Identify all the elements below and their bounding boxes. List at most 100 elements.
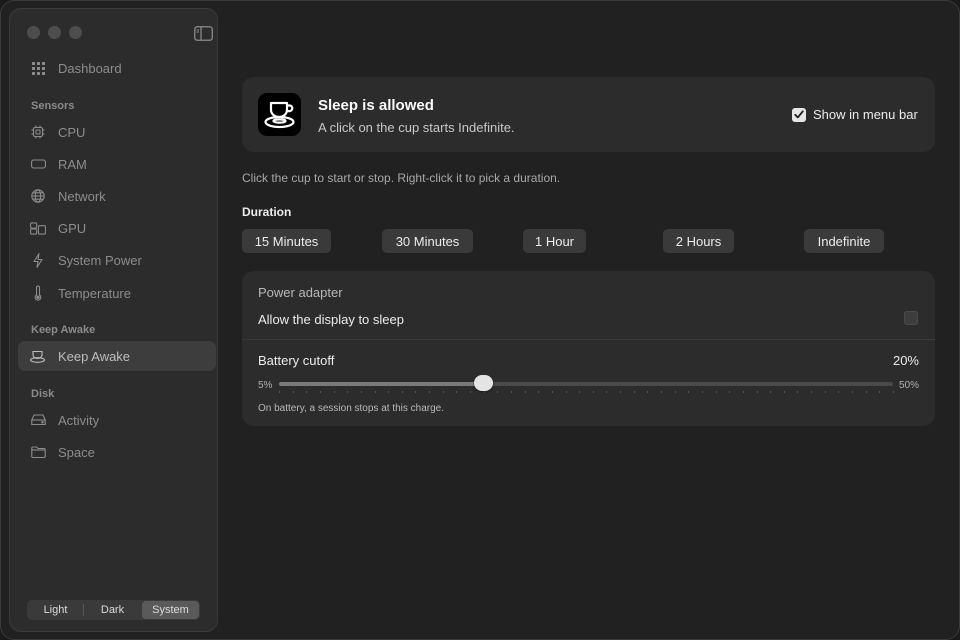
- sidebar-item-label: GPU: [58, 220, 87, 236]
- slider-thumb[interactable]: [474, 375, 494, 391]
- duration-30-minutes-button[interactable]: 30 Minutes: [382, 229, 473, 253]
- status-card: Sleep is allowed A click on the cup star…: [242, 77, 935, 152]
- slider-tick: [729, 391, 731, 393]
- sidebar-item-keep-awake[interactable]: Keep Awake: [18, 341, 216, 371]
- power-adapter-label: Power adapter: [258, 285, 343, 300]
- slider-tick: [456, 391, 458, 393]
- slider-tick: [701, 391, 703, 393]
- sidebar-toggle-icon[interactable]: [194, 26, 213, 41]
- folder-icon: [30, 444, 46, 460]
- sidebar-item-ram[interactable]: RAM: [18, 149, 216, 179]
- slider-tick: [374, 391, 376, 393]
- cup-toggle-button[interactable]: [258, 93, 301, 136]
- duration-1-hour-button[interactable]: 1 Hour: [523, 229, 586, 253]
- sidebar-item-system-power[interactable]: System Power: [18, 245, 216, 275]
- sidebar-item-network[interactable]: Network: [18, 181, 216, 211]
- checkmark-icon: [792, 107, 806, 122]
- status-title: Sleep is allowed: [318, 97, 434, 114]
- slider-tick: [893, 391, 894, 393]
- section-label-sensors: Sensors: [31, 100, 75, 112]
- slider-tick: [565, 391, 567, 393]
- app-window: Dashboard Sensors CPU RAM Network GPU Sy…: [0, 0, 960, 640]
- cpu-icon: [30, 124, 46, 140]
- slider-ticks: [279, 391, 894, 393]
- thermometer-icon: [30, 285, 46, 301]
- appearance-dark-button[interactable]: Dark: [84, 600, 141, 620]
- slider-tick: [579, 391, 581, 393]
- duration-label: Duration: [242, 205, 292, 219]
- show-in-menu-bar-checkbox[interactable]: Show in menu bar: [792, 107, 918, 122]
- slider-tick: [470, 391, 472, 393]
- sidebar-item-label: Dashboard: [58, 60, 122, 76]
- sidebar-item-space[interactable]: Space: [18, 437, 216, 467]
- slider-tick: [865, 391, 867, 393]
- cup-icon: [30, 348, 46, 364]
- slider-tick: [824, 391, 826, 393]
- show-in-menu-bar-label: Show in menu bar: [813, 107, 918, 122]
- slider-tick: [360, 391, 362, 393]
- sidebar-item-temperature[interactable]: Temperature: [18, 278, 216, 308]
- appearance-light-button[interactable]: Light: [27, 600, 84, 620]
- sidebar-item-label: Activity: [58, 412, 100, 428]
- slider-tick: [401, 391, 403, 393]
- slider-tick: [510, 391, 512, 393]
- battery-cutoff-slider[interactable]: [279, 382, 893, 386]
- appearance-segmented-control: Light Dark System: [27, 600, 200, 620]
- sidebar-item-activity[interactable]: Activity: [18, 405, 216, 435]
- usage-hint: Click the cup to start or stop. Right-cl…: [242, 171, 561, 185]
- slider-tick: [770, 391, 772, 393]
- window-controls: [27, 26, 82, 39]
- appearance-system-button[interactable]: System: [142, 601, 199, 619]
- zoom-window-button[interactable]: [69, 26, 82, 39]
- gpu-icon: [30, 220, 46, 236]
- duration-indefinite-button[interactable]: Indefinite: [804, 229, 884, 253]
- slider-tick: [347, 391, 349, 393]
- slider-tick: [647, 391, 649, 393]
- sidebar-item-cpu[interactable]: CPU: [18, 117, 216, 147]
- power-settings-card: Power adapter Allow the display to sleep…: [242, 271, 935, 426]
- slider-tick: [715, 391, 717, 393]
- sidebar-item-label: Space: [58, 444, 95, 460]
- duration-15-minutes-button[interactable]: 15 Minutes: [242, 229, 331, 253]
- battery-cutoff-value: 20%: [892, 353, 919, 368]
- cup-icon: [263, 101, 295, 128]
- slider-tick: [688, 391, 690, 393]
- battery-cutoff-hint: On battery, a session stops at this char…: [258, 403, 445, 414]
- slider-tick: [661, 391, 663, 393]
- slider-tick: [811, 391, 813, 393]
- sidebar-item-label: Temperature: [58, 285, 131, 301]
- close-window-button[interactable]: [27, 26, 40, 39]
- slider-tick: [415, 391, 417, 393]
- slider-tick: [606, 391, 608, 393]
- slider-tick: [852, 391, 854, 393]
- sidebar-item-dashboard[interactable]: Dashboard: [18, 53, 216, 83]
- grid-icon: [30, 60, 46, 76]
- slider-tick: [756, 391, 758, 393]
- battery-cutoff-label: Battery cutoff: [258, 353, 335, 368]
- sidebar-item-gpu[interactable]: GPU: [18, 213, 216, 243]
- slider-tick: [742, 391, 744, 393]
- slider-tick: [442, 391, 444, 393]
- globe-icon: [30, 188, 46, 204]
- divider: [242, 339, 935, 340]
- slider-tick: [388, 391, 390, 393]
- slider-tick: [783, 391, 785, 393]
- slider-fill: [279, 382, 484, 386]
- slider-tick: [674, 391, 676, 393]
- slider-tick: [838, 391, 840, 393]
- memory-icon: [30, 156, 46, 172]
- minimize-window-button[interactable]: [48, 26, 61, 39]
- sidebar-item-label: RAM: [58, 156, 87, 172]
- slider-tick: [633, 391, 635, 393]
- duration-2-hours-button[interactable]: 2 Hours: [663, 229, 734, 253]
- slider-tick: [333, 391, 335, 393]
- drive-icon: [30, 412, 46, 428]
- slider-max-label: 50%: [898, 380, 919, 391]
- slider-tick: [620, 391, 622, 393]
- slider-tick: [483, 391, 485, 393]
- allow-display-sleep-checkbox[interactable]: [904, 311, 918, 325]
- sidebar-item-label: Keep Awake: [58, 348, 131, 364]
- slider-tick: [292, 391, 294, 393]
- slider-tick: [551, 391, 553, 393]
- status-subtitle: A click on the cup starts Indefinite.: [318, 120, 515, 135]
